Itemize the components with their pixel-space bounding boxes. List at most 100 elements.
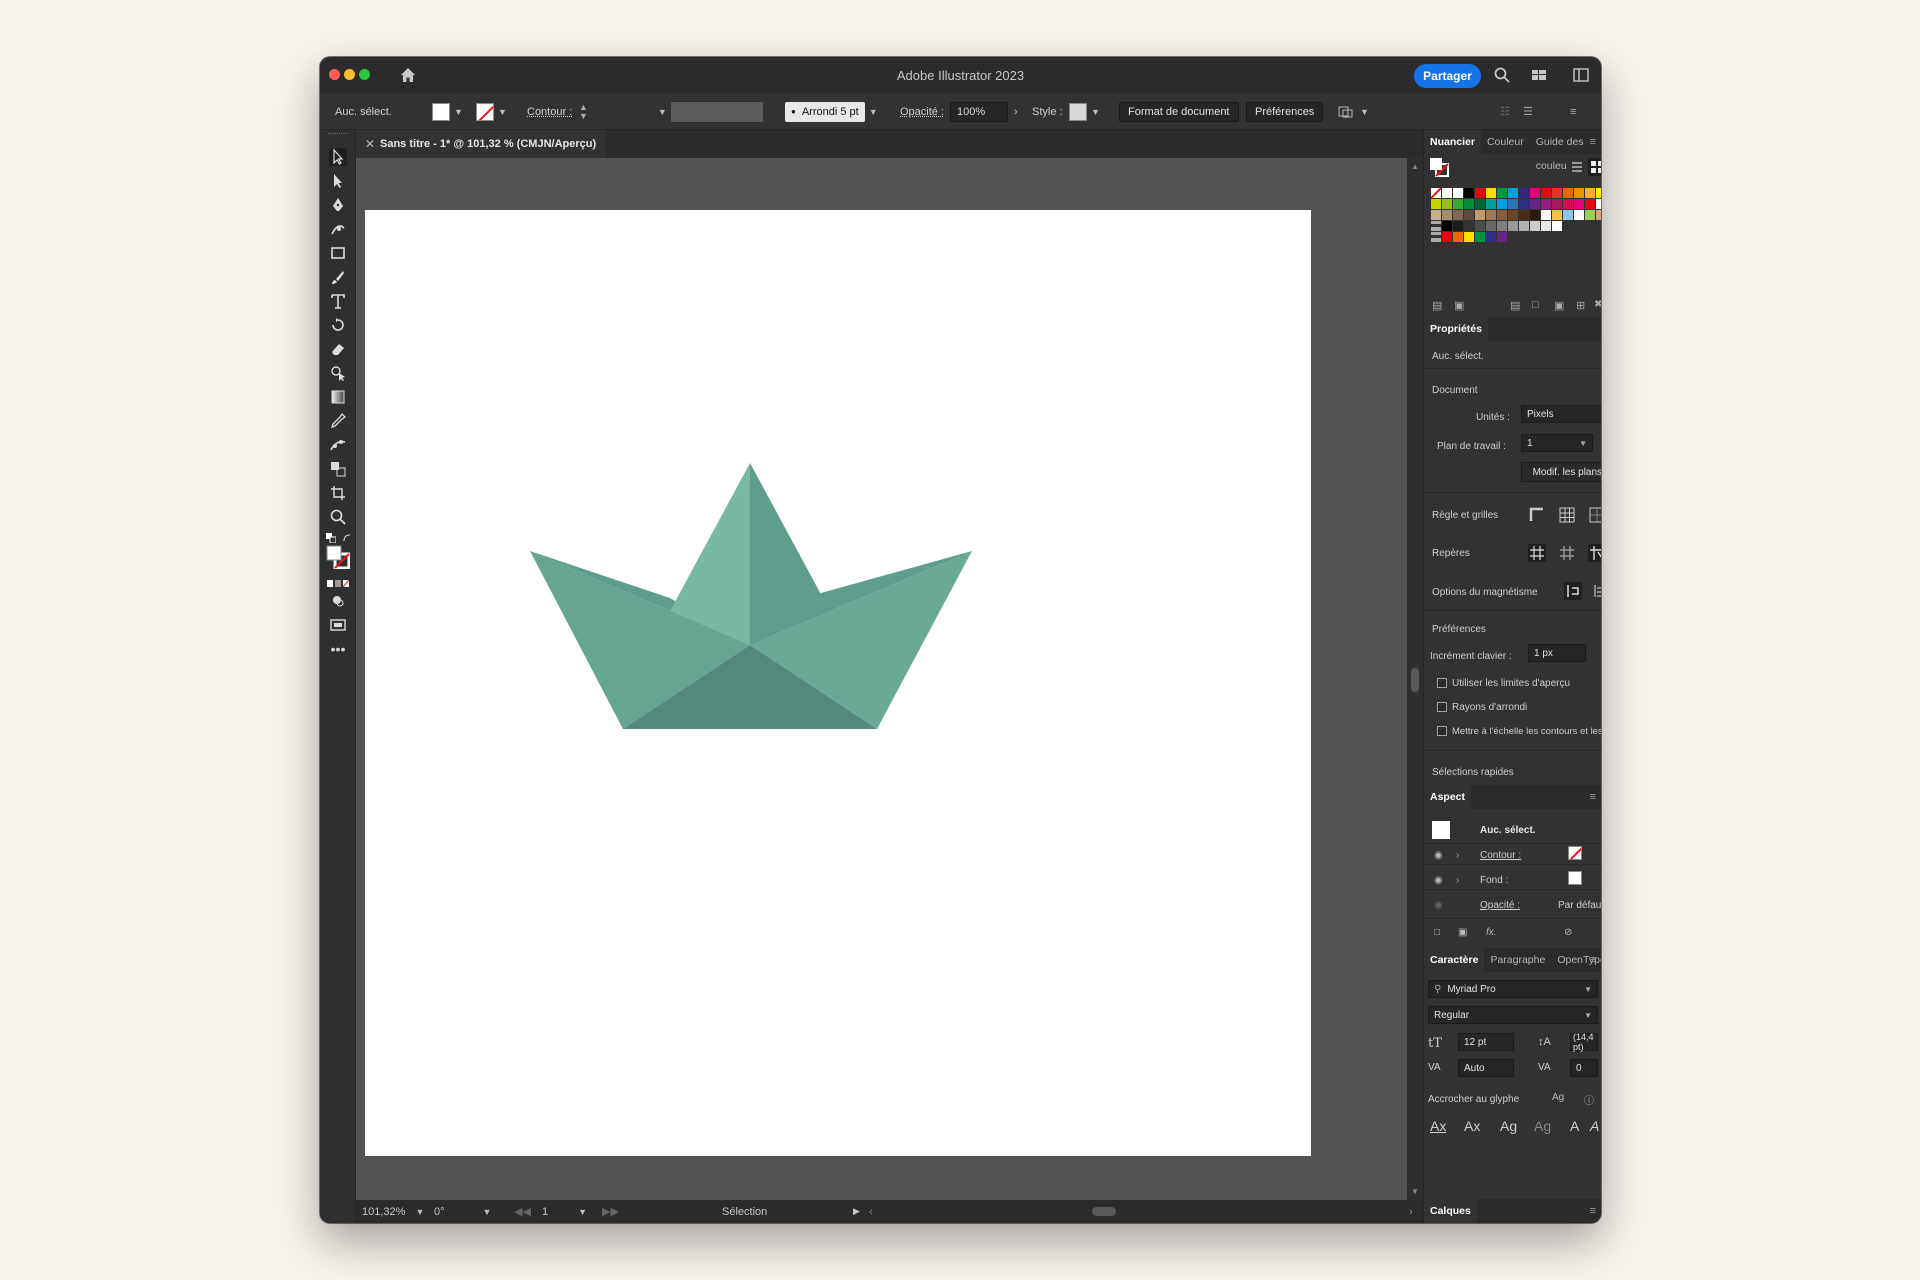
grid-view-icon[interactable]	[1588, 158, 1601, 176]
info-icon[interactable]: ⓘ	[1584, 1092, 1594, 1107]
document-setup-button[interactable]: Format de document	[1119, 101, 1239, 122]
eye-icon[interactable]: ◉	[1434, 850, 1443, 861]
tracking-field[interactable]: 0	[1570, 1059, 1598, 1077]
panel-menu-icon[interactable]: ≡	[1590, 136, 1596, 148]
variable-width-profile[interactable]	[671, 93, 763, 130]
swatch[interactable]	[1475, 188, 1485, 198]
grid-icon[interactable]	[1558, 506, 1576, 524]
swatch[interactable]	[1519, 199, 1529, 209]
scroll-right-icon[interactable]: ›	[1409, 1200, 1413, 1223]
lock-guides-icon[interactable]	[1558, 544, 1576, 562]
scroll-left-icon[interactable]: ‹	[869, 1200, 873, 1223]
first-artboard-icon[interactable]: ◀◀	[514, 1200, 531, 1223]
scroll-down-icon[interactable]: ▼	[1411, 1187, 1419, 1196]
color-mode-icons[interactable]	[327, 575, 350, 588]
swatch[interactable]	[1508, 221, 1518, 231]
rectangle-tool-icon[interactable]	[329, 244, 347, 262]
swatch[interactable]	[1519, 210, 1529, 220]
document-tab[interactable]: ✕ Sans titre - 1* @ 101,32 % (CMJN/Aperç…	[356, 130, 606, 158]
appearance-stroke-label[interactable]: Contour :	[1480, 850, 1521, 861]
transparency-grid-icon[interactable]	[1588, 506, 1601, 524]
swatch[interactable]	[1541, 199, 1551, 209]
close-tab-icon[interactable]: ✕	[365, 137, 375, 151]
direct-selection-tool-icon[interactable]	[329, 172, 347, 190]
swatch[interactable]	[1552, 199, 1562, 209]
swatch[interactable]	[1552, 188, 1562, 198]
swatch[interactable]	[1563, 210, 1573, 220]
puppet-warp-tool-icon[interactable]	[329, 436, 347, 454]
xheight-snap-icon[interactable]: Ax	[1464, 1118, 1480, 1134]
swatch[interactable]	[1442, 221, 1452, 231]
anchor-point-icon[interactable]: A	[1590, 1118, 1599, 1134]
color-group-icon[interactable]: □	[1532, 299, 1539, 311]
tab-character[interactable]: Caractère	[1424, 948, 1485, 972]
swatch[interactable]	[1596, 188, 1601, 198]
swatch[interactable]	[1508, 188, 1518, 198]
panel-menu-icon[interactable]: ≡	[1590, 954, 1596, 966]
swatch[interactable]	[1585, 188, 1595, 198]
swatch[interactable]	[1508, 210, 1518, 220]
font-size-field[interactable]: 12 pt	[1458, 1033, 1514, 1051]
tab-layers[interactable]: Calques	[1424, 1199, 1477, 1223]
swatch[interactable]	[1530, 221, 1540, 231]
brush-definition[interactable]: ● Arrondi 5 pt ▼	[785, 93, 878, 130]
preview-bounds-checkbox[interactable]	[1437, 678, 1447, 688]
artboard-tool-icon[interactable]	[329, 484, 347, 502]
status-menu-icon[interactable]: ▶	[853, 1200, 860, 1223]
vertical-scrollbar[interactable]: ▲ ▼	[1407, 158, 1423, 1200]
horizontal-scroll-thumb[interactable]	[1092, 1207, 1116, 1216]
angular-guides-icon[interactable]: A	[1570, 1118, 1579, 1134]
swatch[interactable]	[1574, 188, 1584, 198]
leading-field[interactable]: (14,4 pt)	[1570, 1032, 1598, 1052]
delete-swatch-icon[interactable]: ✖	[1594, 299, 1601, 310]
swatch[interactable]	[1431, 199, 1441, 209]
swatch[interactable]	[1486, 232, 1496, 242]
swatch[interactable]	[1530, 188, 1540, 198]
swatch[interactable]	[1442, 188, 1452, 198]
font-family-select[interactable]: ⚲ Myriad Pro ▼	[1428, 980, 1598, 998]
swatch-folder-icon[interactable]	[1431, 221, 1441, 231]
swatch[interactable]	[1475, 232, 1485, 242]
zoom-level[interactable]: 101,32% ▼	[362, 1200, 424, 1223]
graphic-style-swatch[interactable]: ▼	[1069, 93, 1100, 130]
tab-paragraph[interactable]: Paragraphe	[1484, 948, 1551, 972]
fill-stroke-indicator[interactable]	[326, 545, 351, 570]
swatch[interactable]	[1552, 221, 1562, 231]
default-colors-icon[interactable]	[326, 530, 337, 544]
snap-to-point-icon[interactable]	[1564, 582, 1582, 600]
drawing-modes-icon[interactable]	[329, 592, 347, 610]
zoom-tool-icon[interactable]	[329, 508, 347, 526]
new-folder-icon[interactable]: ▣	[1554, 299, 1564, 312]
workspace-icon[interactable]	[1530, 66, 1548, 84]
swatch[interactable]	[1541, 221, 1551, 231]
gradient-tool-icon[interactable]	[329, 388, 347, 406]
appearance-fill-swatch[interactable]	[1568, 871, 1582, 885]
swatch[interactable]	[1552, 210, 1562, 220]
swatch[interactable]	[1508, 199, 1518, 209]
swatch[interactable]	[1585, 199, 1595, 209]
artboard-navigator[interactable]: 1 ▼	[542, 1200, 587, 1223]
swatch[interactable]	[1453, 221, 1463, 231]
swatch[interactable]	[1453, 199, 1463, 209]
baseline-snap-icon[interactable]: Ax	[1430, 1118, 1446, 1134]
panel-menu-icon[interactable]: ≡	[1590, 1205, 1596, 1217]
swatch[interactable]	[1442, 210, 1452, 220]
rotate-tool-icon[interactable]	[329, 316, 347, 334]
swatch[interactable]	[1497, 210, 1507, 220]
stroke-label[interactable]: Contour :	[527, 93, 572, 130]
swatch[interactable]	[1563, 199, 1573, 209]
swatch[interactable]	[1431, 188, 1441, 198]
swatch[interactable]	[1486, 188, 1496, 198]
swatch[interactable]	[1453, 232, 1463, 242]
artboard[interactable]	[365, 210, 1311, 1156]
swatch[interactable]	[1596, 199, 1601, 209]
search-icon[interactable]	[1493, 66, 1511, 84]
tab-appearance[interactable]: Aspect	[1424, 785, 1472, 809]
swatch[interactable]	[1464, 210, 1474, 220]
chevron-right-icon[interactable]: ›	[1456, 875, 1459, 886]
tab-swatches[interactable]: Nuancier	[1424, 130, 1481, 154]
corner-radius-checkbox[interactable]	[1437, 702, 1447, 712]
transform-icon[interactable]: ☷	[1500, 93, 1510, 130]
eye-icon[interactable]: ◉	[1434, 875, 1443, 886]
swatch[interactable]	[1486, 210, 1496, 220]
